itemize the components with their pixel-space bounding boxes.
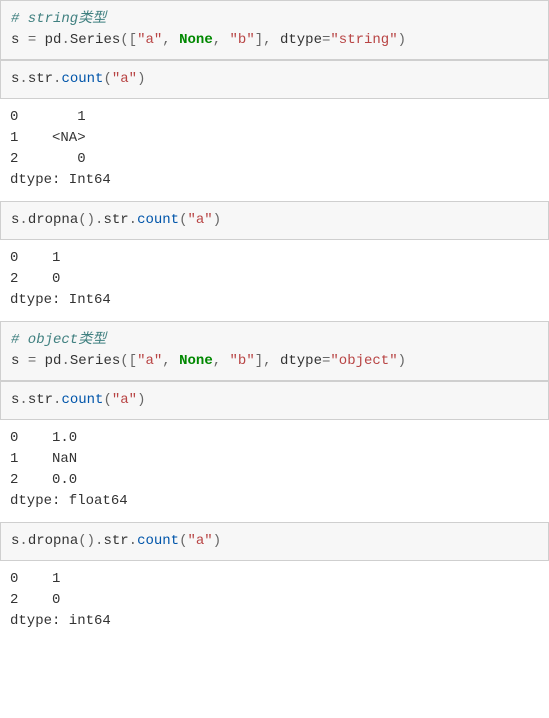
code-token: dropna xyxy=(28,212,78,228)
code-token: str xyxy=(28,392,53,408)
code-token: . xyxy=(19,533,27,549)
code-input-cell: # string类型 s = pd.Series(["a", None, "b"… xyxy=(0,0,549,60)
code-token: "string" xyxy=(330,32,397,48)
code-input-cell: s.str.count("a") xyxy=(0,60,549,99)
code-token: , xyxy=(213,32,230,48)
code-output-cell: 0 1 2 0 dtype: int64 xyxy=(0,561,549,642)
code-token: ([ xyxy=(120,32,137,48)
code-token: pd xyxy=(36,353,61,369)
code-output-cell: 0 1 2 0 dtype: Int64 xyxy=(0,240,549,321)
code-token: ([ xyxy=(120,353,137,369)
code-token: count xyxy=(61,392,103,408)
code-token: "b" xyxy=(230,32,255,48)
code-token: "a" xyxy=(188,533,213,549)
code-token: (). xyxy=(78,212,103,228)
code-input-cell: # object类型 s = pd.Series(["a", None, "b"… xyxy=(0,321,549,381)
code-output-cell: 0 1 1 <NA> 2 0 dtype: Int64 xyxy=(0,99,549,201)
code-token: ( xyxy=(179,212,187,228)
code-token: "b" xyxy=(230,353,255,369)
code-token: s xyxy=(11,32,28,48)
code-token: str xyxy=(28,71,53,87)
code-token: , xyxy=(162,32,179,48)
code-token: None xyxy=(179,353,213,369)
code-token: ], xyxy=(255,353,280,369)
code-token: # string类型 xyxy=(11,11,106,27)
code-input-cell: s.str.count("a") xyxy=(0,381,549,420)
code-token: pd xyxy=(36,32,61,48)
code-token: ) xyxy=(137,392,145,408)
code-token: "a" xyxy=(112,71,137,87)
code-output-cell: 0 1.0 1 NaN 2 0.0 dtype: float64 xyxy=(0,420,549,522)
code-token: count xyxy=(137,212,179,228)
code-input-cell: s.dropna().str.count("a") xyxy=(0,522,549,561)
code-token: "a" xyxy=(188,212,213,228)
code-token: (). xyxy=(78,533,103,549)
code-token: # object类型 xyxy=(11,332,106,348)
code-token: Series xyxy=(70,32,120,48)
code-token: "a" xyxy=(137,32,162,48)
code-token: ) xyxy=(137,71,145,87)
code-token: ], xyxy=(255,32,280,48)
code-token: ( xyxy=(103,392,111,408)
code-token: dropna xyxy=(28,533,78,549)
notebook-root: # string类型 s = pd.Series(["a", None, "b"… xyxy=(0,0,549,642)
code-token: ) xyxy=(398,32,406,48)
code-input-cell: s.dropna().str.count("a") xyxy=(0,201,549,240)
code-token: ) xyxy=(213,212,221,228)
code-token: "object" xyxy=(330,353,397,369)
code-token: "a" xyxy=(137,353,162,369)
code-token: = xyxy=(28,32,36,48)
code-token: ) xyxy=(398,353,406,369)
code-token: None xyxy=(179,32,213,48)
code-token: . xyxy=(19,392,27,408)
code-token: Series xyxy=(70,353,120,369)
code-token: , xyxy=(162,353,179,369)
code-token: dtype xyxy=(280,353,322,369)
code-token: s xyxy=(11,353,28,369)
code-token: ( xyxy=(179,533,187,549)
code-token: , xyxy=(213,353,230,369)
code-token: str xyxy=(103,212,128,228)
code-token: count xyxy=(61,71,103,87)
code-token: . xyxy=(19,212,27,228)
code-token: . xyxy=(129,212,137,228)
code-token: = xyxy=(28,353,36,369)
code-token: . xyxy=(19,71,27,87)
code-token: ) xyxy=(213,533,221,549)
code-token: dtype xyxy=(280,32,322,48)
code-token: ( xyxy=(103,71,111,87)
code-token: count xyxy=(137,533,179,549)
code-token: . xyxy=(61,32,69,48)
code-token: . xyxy=(129,533,137,549)
code-token: . xyxy=(61,353,69,369)
code-token: "a" xyxy=(112,392,137,408)
code-token: str xyxy=(103,533,128,549)
